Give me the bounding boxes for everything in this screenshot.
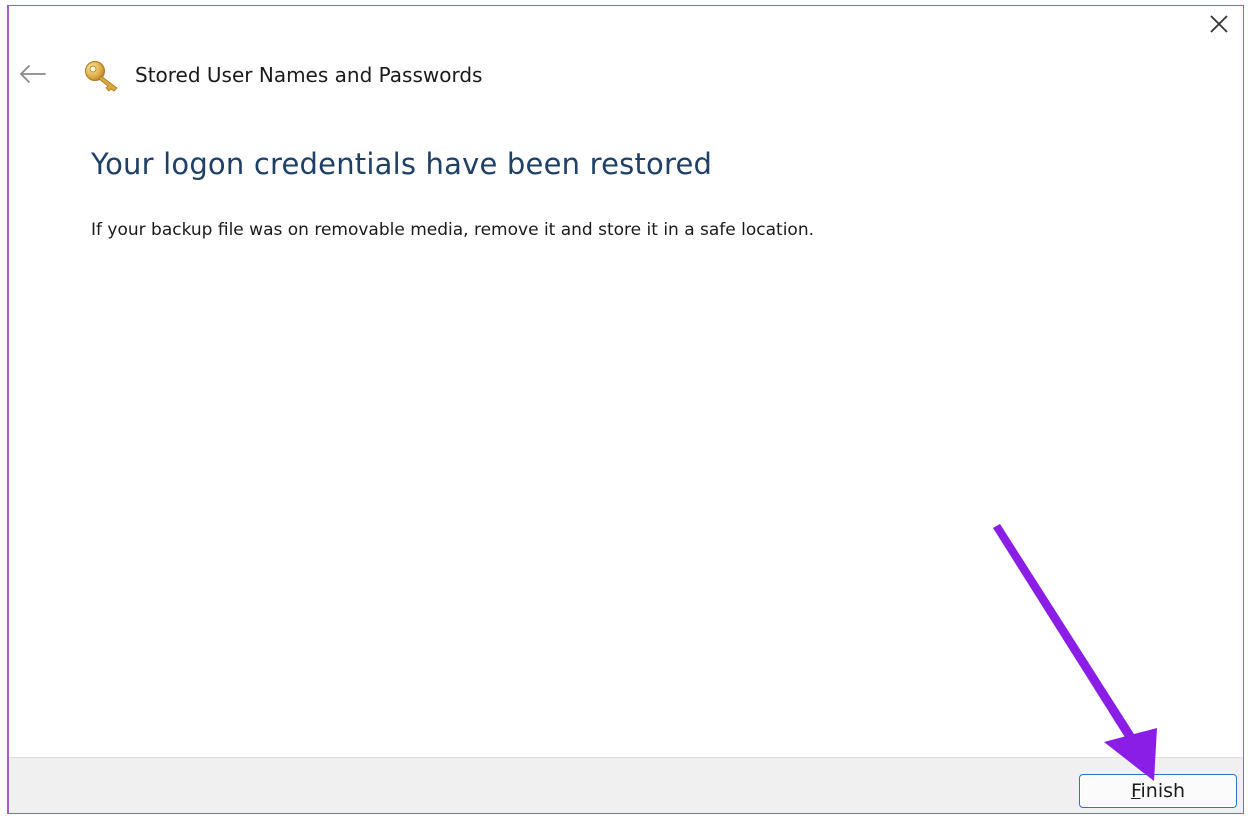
window-title: Stored User Names and Passwords: [135, 63, 483, 87]
dialog-footer: Finish: [9, 757, 1243, 813]
credential-manager-dialog: Stored User Names and Passwords Your log…: [7, 5, 1244, 814]
finish-mnemonic: F: [1130, 780, 1141, 802]
finish-button[interactable]: Finish: [1079, 774, 1237, 808]
key-icon: [85, 61, 118, 92]
close-button[interactable]: [1205, 10, 1233, 38]
finish-label: inish: [1140, 780, 1186, 802]
close-icon: [1210, 15, 1228, 33]
page-title: Your logon credentials have been restore…: [91, 147, 713, 181]
back-arrow-icon: [20, 65, 46, 83]
instruction-text: If your backup file was on removable med…: [91, 220, 815, 240]
dialog-header: Stored User Names and Passwords: [9, 54, 709, 94]
back-button[interactable]: [15, 63, 49, 85]
